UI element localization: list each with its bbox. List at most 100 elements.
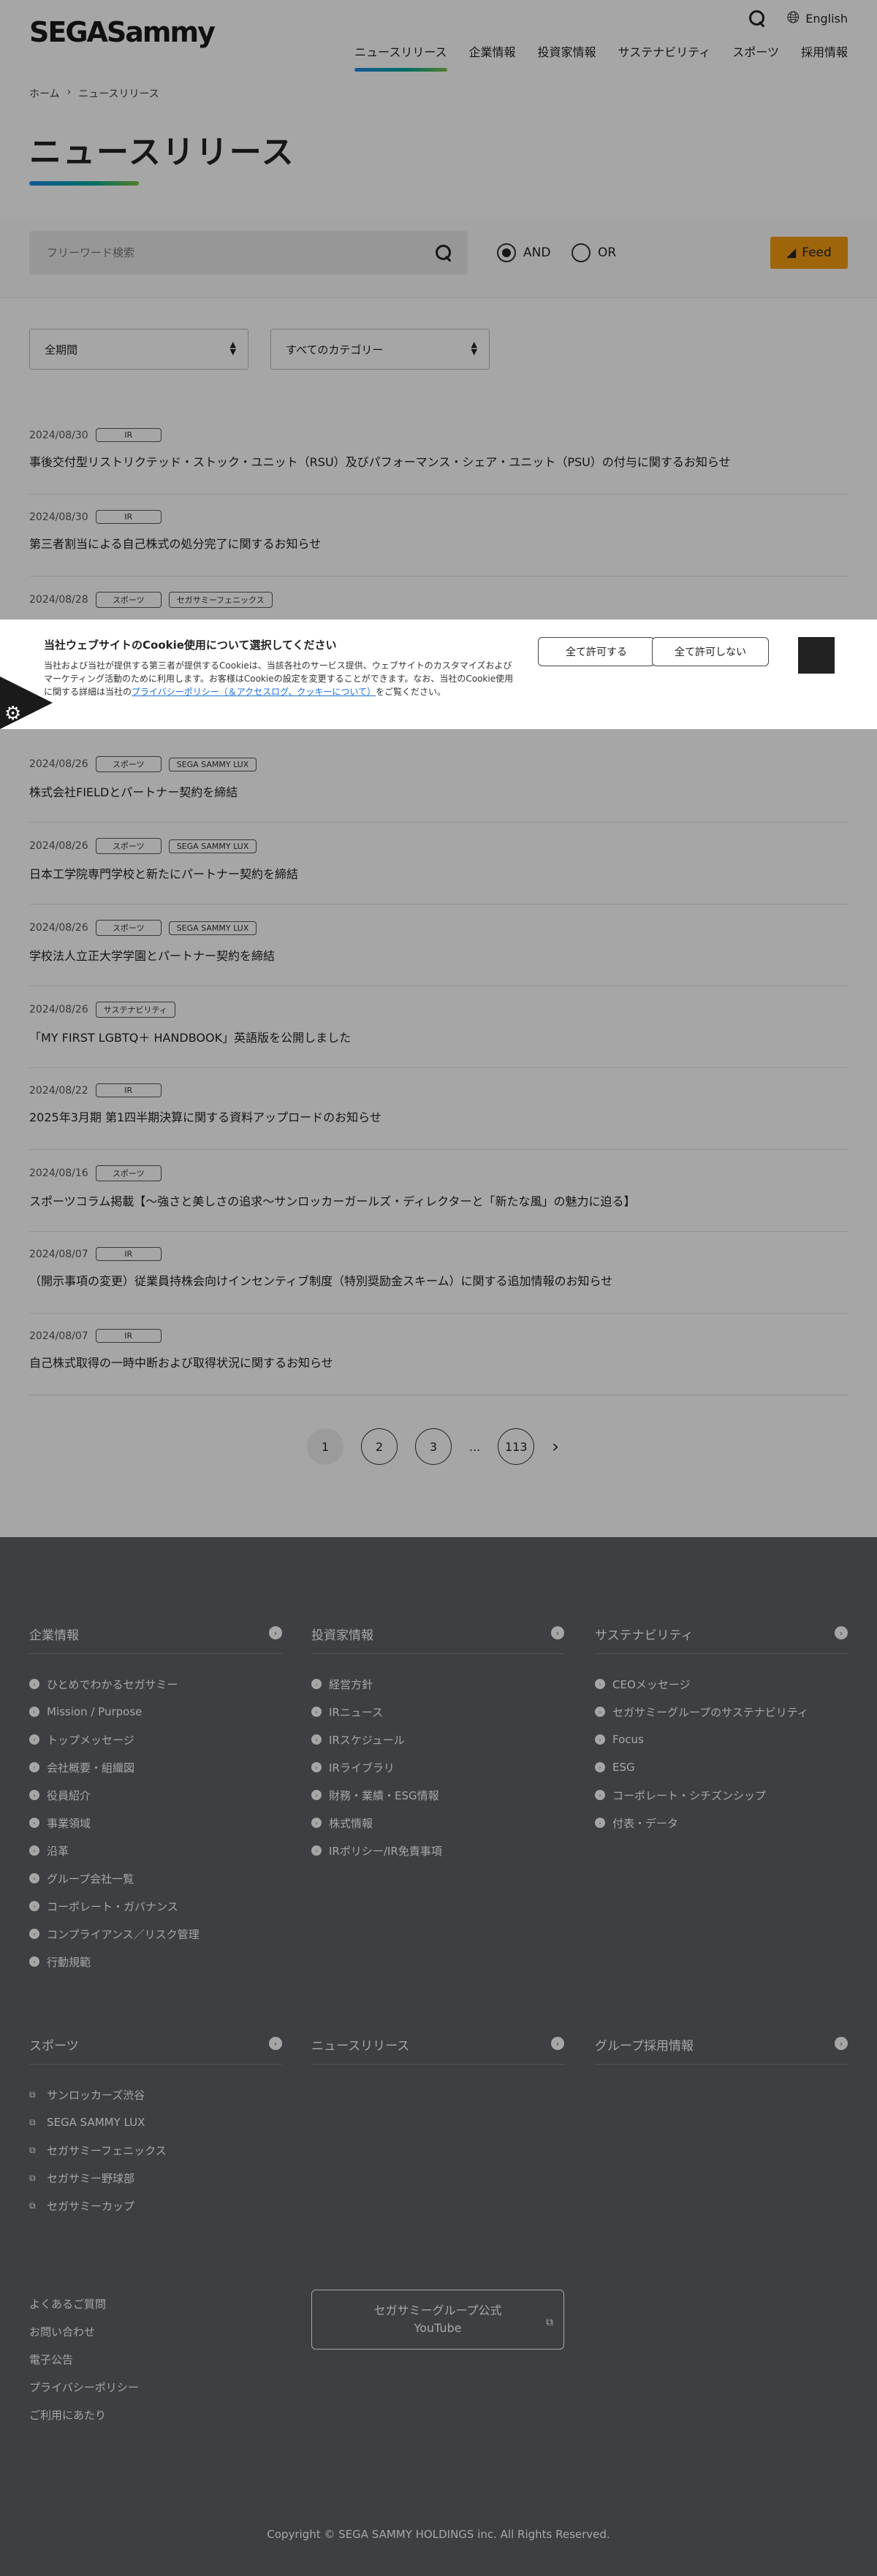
news-item[interactable]: 2024/08/22 IR 2025年3月期 第1四半期決算に関する資料アップロ… [29, 1083, 848, 1150]
chevron-right-icon[interactable]: › [552, 1436, 559, 1457]
news-date: 2024/08/26 [29, 758, 88, 770]
footer-col-title[interactable]: スポーツ › [29, 2035, 282, 2065]
footer-utility-link[interactable]: プライバシーポリシー [29, 2373, 139, 2401]
cookie-close-button[interactable] [798, 637, 835, 674]
footer-link[interactable]: › IRライブラリ [311, 1753, 564, 1781]
footer-col-title[interactable]: 企業情報 › [29, 1625, 282, 1654]
footer-utility-link[interactable]: お問い合わせ [29, 2317, 139, 2345]
footer-link[interactable]: › 事業領域 [29, 1809, 282, 1837]
search-box [29, 231, 468, 275]
footer-utility-link[interactable]: よくあるご質問 [29, 2290, 139, 2317]
news-title[interactable]: 「MY FIRST LGBTQ＋ HANDBOOK」英語版を公開しました [29, 1028, 848, 1045]
footer-link[interactable]: › 会社概要・組織図 [29, 1753, 282, 1781]
search-input[interactable] [29, 231, 409, 275]
footer-link[interactable]: › セガサミーグループのサステナビリティ [595, 1698, 848, 1726]
nav-investors[interactable]: 投資家情報 [538, 42, 596, 72]
news-item[interactable]: 2024/08/26 スポーツ SEGA SAMMY LUX 日本工学院専門学校… [29, 838, 848, 904]
allow-all-button[interactable]: 全て許可する [538, 637, 655, 666]
news-item[interactable]: 2024/08/30 IR 第三者割当による自己株式の処分完了に関するお知らせ [29, 510, 848, 576]
footer-link[interactable]: › 経営方針 [311, 1670, 564, 1698]
footer-col-title-text: 企業情報 [29, 1628, 79, 1643]
language-switch[interactable]: 🌐︎ English [787, 10, 848, 26]
news-title[interactable]: 株式会社FIELDとパートナー契約を締結 [29, 782, 848, 800]
footer-link[interactable]: › トップメッセージ [29, 1726, 282, 1753]
footer-link[interactable]: › Focus [595, 1726, 848, 1753]
footer-link[interactable]: ⧉ SEGA SAMMY LUX [29, 2108, 282, 2136]
footer-link[interactable]: › コーポレート・シチズンシップ [595, 1781, 848, 1809]
footer-link[interactable]: › Mission / Purpose [29, 1698, 282, 1726]
footer-link[interactable]: › 沿革 [29, 1837, 282, 1864]
breadcrumb-home[interactable]: ホーム [29, 86, 60, 101]
page-3[interactable]: 3 [415, 1428, 452, 1465]
youtube-button[interactable]: セガサミーグループ公式 YouTube ⧉ [311, 2290, 564, 2350]
news-title[interactable]: 事後交付型リストリクテッド・ストック・ユニット（RSU）及びパフォーマンス・シェ… [29, 452, 848, 470]
radio-and[interactable]: AND [497, 243, 550, 262]
news-item[interactable]: 2024/08/26 サステナビリティ 「MY FIRST LGBTQ＋ HAN… [29, 1002, 848, 1068]
news-title[interactable]: 2025年3月期 第1四半期決算に関する資料アップロードのお知らせ [29, 1108, 848, 1125]
radio-or-dot[interactable] [572, 243, 591, 262]
news-item[interactable]: 2024/08/26 スポーツ SEGA SAMMY LUX 学校法人立正大学学… [29, 920, 848, 986]
news-title[interactable]: スポーツコラム掲載【〜強さと美しさの追求〜サンロッカーガールズ・ディレクターと「… [29, 1192, 848, 1209]
footer-link[interactable]: › CEOメッセージ [595, 1670, 848, 1698]
page-2[interactable]: 2 [361, 1428, 398, 1465]
footer-col-title[interactable]: サステナビリティ › [595, 1625, 848, 1654]
footer-link[interactable]: › ESG [595, 1753, 848, 1781]
footer-col-news: ニュースリリース › [311, 2035, 564, 2065]
footer-link[interactable]: ⧉ サンロッカーズ渋谷 [29, 2081, 282, 2108]
footer-utility-link[interactable]: ご利用にあたり [29, 2401, 139, 2428]
nav-news[interactable]: ニュースリリース [354, 42, 447, 72]
footer-col-title[interactable]: ニュースリリース › [311, 2035, 564, 2065]
news-title[interactable]: （開示事項の変更）従業員持株会向けインセンティブ制度（特別奨励金スキーム）に関す… [29, 1271, 848, 1289]
footer-link[interactable]: › グループ会社一覧 [29, 1864, 282, 1892]
privacy-policy-link[interactable]: プライバシーポリシー（＆アクセスログ、クッキーについて） [132, 687, 376, 697]
page-1[interactable]: 1 [307, 1428, 343, 1465]
feed-button[interactable]: ◢ Feed [770, 237, 848, 269]
deny-all-button[interactable]: 全て許可しない [652, 637, 769, 666]
footer-link[interactable]: › IRスケジュール [311, 1726, 564, 1753]
nav-recruit[interactable]: 採用情報 [801, 42, 848, 72]
footer-link[interactable]: › コンプライアンス／リスク管理 [29, 1920, 282, 1948]
bullet-arrow-icon: › [595, 1790, 605, 1800]
logo[interactable]: SEGASammy [29, 16, 216, 48]
news-item[interactable]: 2024/08/07 IR （開示事項の変更）従業員持株会向けインセンティブ制度… [29, 1247, 848, 1314]
footer-link[interactable]: › 株式情報 [311, 1809, 564, 1837]
footer-link[interactable]: › ひとめでわかるセガサミー [29, 1670, 282, 1698]
news-title[interactable]: 日本工学院専門学校と新たにパートナー契約を締結 [29, 864, 848, 882]
news-item[interactable]: 2024/08/30 IR 事後交付型リストリクテッド・ストック・ユニット（RS… [29, 428, 848, 495]
nav-sports[interactable]: スポーツ [732, 42, 779, 72]
news-title[interactable]: 自己株式取得の一時中断および取得状況に関するお知らせ [29, 1353, 848, 1371]
footer-col-title[interactable]: グループ採用情報 › [595, 2035, 848, 2065]
footer-link[interactable]: › 付表・データ [595, 1809, 848, 1837]
footer-link[interactable]: › 行動規範 [29, 1948, 282, 1975]
page-title: ニュースリリース [29, 134, 295, 171]
footer-link[interactable]: ⧉ セガサミーフェニックス [29, 2136, 282, 2164]
radio-and-dot[interactable] [497, 243, 516, 262]
period-select[interactable]: 全期間 ▲ ▼ [29, 329, 248, 370]
footer-link[interactable]: › コーポレート・ガバナンス [29, 1892, 282, 1920]
nav-sustainability[interactable]: サステナビリティ [618, 42, 711, 72]
footer-link[interactable]: ⧉ セガサミーカップ [29, 2192, 282, 2219]
radio-or[interactable]: OR [572, 243, 616, 262]
news-title[interactable]: 第三者割当による自己株式の処分完了に関するお知らせ [29, 534, 848, 552]
search-submit-icon[interactable] [434, 243, 453, 262]
nav-company[interactable]: 企業情報 [469, 42, 516, 72]
bullet-arrow-icon: › [595, 1818, 605, 1828]
news-item[interactable]: 2024/08/07 IR 自己株式取得の一時中断および取得状況に関するお知らせ [29, 1329, 848, 1395]
news-date: 2024/08/30 [29, 511, 88, 523]
news-item[interactable]: 2024/08/26 スポーツ SEGA SAMMY LUX 株式会社FIELD… [29, 756, 848, 823]
gear-icon[interactable]: ⚙ [4, 704, 21, 723]
footer-link[interactable]: ⧉ セガサミー野球部 [29, 2164, 282, 2192]
footer-link-text: 会社概要・組織図 [47, 1761, 135, 1775]
page-last[interactable]: 113 [498, 1428, 535, 1465]
search-icon[interactable] [748, 9, 767, 28]
category-select[interactable]: すべてのカテゴリー ▲ ▼ [270, 329, 490, 370]
news-item[interactable]: 2024/08/16 スポーツ スポーツコラム掲載【〜強さと美しさの追求〜サンロ… [29, 1165, 848, 1232]
footer-link[interactable]: › IRニュース [311, 1698, 564, 1726]
footer-link-text: CEOメッセージ [612, 1677, 691, 1691]
footer-utility-link[interactable]: 電子公告 [29, 2345, 139, 2373]
footer-col-title[interactable]: 投資家情報 › [311, 1625, 564, 1654]
footer-link[interactable]: › 財務・業績・ESG情報 [311, 1781, 564, 1809]
footer-link[interactable]: › IRポリシー/IR免責事項 [311, 1837, 564, 1864]
footer-link[interactable]: › 役員紹介 [29, 1781, 282, 1809]
news-title[interactable]: 学校法人立正大学学園とパートナー契約を締結 [29, 946, 848, 964]
